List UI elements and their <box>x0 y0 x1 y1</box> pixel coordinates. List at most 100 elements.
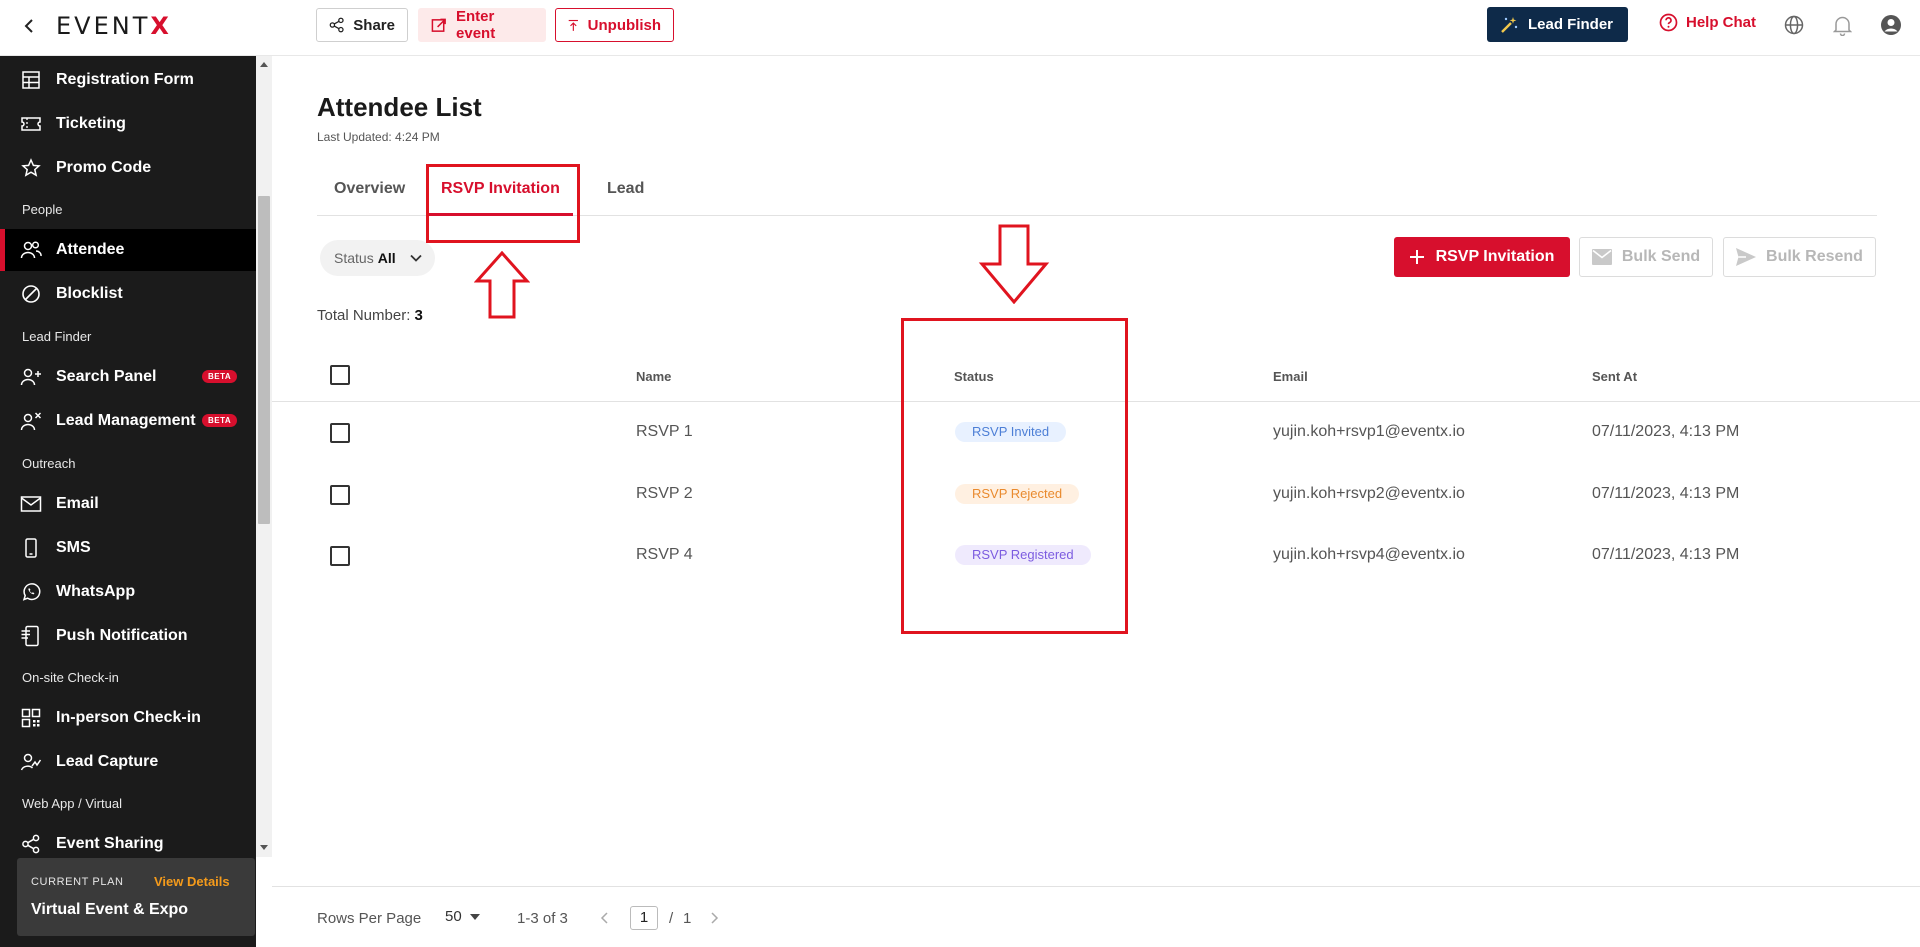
rows-per-page-value: 50 <box>445 908 462 925</box>
eventx-logo[interactable]: EVENTX <box>56 12 172 40</box>
row-name: RSVP 2 <box>636 485 693 502</box>
prev-page-icon[interactable] <box>597 910 613 926</box>
sidebar-item-blocklist[interactable]: Blocklist <box>0 273 256 315</box>
enter-event-button[interactable]: Enter event <box>418 8 546 42</box>
current-plan-card: CURRENT PLAN View Details Virtual Event … <box>17 858 255 936</box>
status-filter-value: All <box>377 250 396 266</box>
scroll-thumb[interactable] <box>258 196 270 524</box>
beta-badge: BETA <box>202 370 238 383</box>
bulk-resend-label: Bulk Resend <box>1766 248 1863 265</box>
sidebar-item-push-notification[interactable]: Push Notification <box>0 615 256 657</box>
table-icon <box>20 69 42 91</box>
sidebar-item-whatsapp[interactable]: WhatsApp <box>0 571 256 613</box>
row-sent-at: 07/11/2023, 4:13 PM <box>1592 423 1740 440</box>
upload-icon <box>568 19 578 31</box>
help-circle-icon <box>1659 13 1678 32</box>
row-checkbox[interactable] <box>330 485 350 505</box>
enter-event-label: Enter event <box>456 8 496 42</box>
next-page-icon[interactable] <box>706 910 722 926</box>
sidebar-item-label: Registration Form <box>56 71 194 88</box>
rsvp-invitation-button[interactable]: RSVP Invitation <box>1394 237 1570 277</box>
page-separator: / <box>669 910 674 927</box>
sidebar-item-label: Search Panel <box>56 368 157 385</box>
help-chat-label: Help Chat <box>1686 14 1757 31</box>
mail-icon <box>1591 249 1612 265</box>
qr-icon <box>20 707 42 729</box>
row-checkbox[interactable] <box>330 546 350 566</box>
sidebar-item-label: In-person Check-in <box>56 709 201 726</box>
row-email: yujin.koh+rsvp2@eventx.io <box>1273 485 1465 502</box>
rows-per-page-select[interactable]: 50 <box>445 908 480 925</box>
sidebar-item-in-person-check-in[interactable]: In-person Check-in <box>0 697 256 739</box>
account-icon[interactable] <box>1879 13 1903 37</box>
view-details-link[interactable]: View Details <box>154 874 230 889</box>
top-bar: EVENTX Share Enter event Unpublish Lead … <box>0 0 1920 56</box>
bulk-resend-button[interactable]: Bulk Resend <box>1723 237 1876 277</box>
sidebar-item-email[interactable]: Email <box>0 483 256 525</box>
beta-badge: BETA <box>202 414 238 427</box>
column-header-email[interactable]: Email <box>1273 369 1308 384</box>
chevron-down-icon <box>409 254 422 262</box>
column-header-sent-at[interactable]: Sent At <box>1592 369 1637 384</box>
sidebar-item-sms[interactable]: SMS <box>0 527 256 569</box>
bulk-send-button[interactable]: Bulk Send <box>1579 237 1713 277</box>
external-link-icon <box>431 18 446 32</box>
help-chat-link[interactable]: Help Chat <box>1659 13 1756 32</box>
sidebar-section-outreach: Outreach <box>22 456 76 471</box>
sidebar-item-label: Push Notification <box>56 627 188 644</box>
select-all-checkbox[interactable] <box>330 365 350 385</box>
tab-overview[interactable]: Overview <box>334 180 405 198</box>
phone-icon <box>20 537 42 559</box>
page-total: 1 <box>683 910 692 927</box>
sidebar-item-search-panel[interactable]: Search Panel BETA <box>0 356 256 398</box>
sidebar-item-attendee[interactable]: Attendee <box>0 229 256 271</box>
unpublish-button[interactable]: Unpublish <box>555 8 674 42</box>
column-header-name[interactable]: Name <box>636 369 671 384</box>
sidebar-item-label: SMS <box>56 539 91 556</box>
lead-finder-label: Lead Finder <box>1528 16 1614 33</box>
tab-lead[interactable]: Lead <box>607 180 644 198</box>
page-number-input[interactable]: 1 <box>630 906 658 930</box>
lead-capture-icon <box>20 751 42 773</box>
lead-finder-button[interactable]: Lead Finder <box>1487 7 1628 42</box>
sidebar: Registration Form Ticketing Promo Code P… <box>0 56 256 947</box>
sidebar-item-label: Lead Management <box>56 412 196 429</box>
page-range: 1-3 of 3 <box>517 910 568 927</box>
share-button[interactable]: Share <box>316 8 408 42</box>
chevron-left-icon <box>24 19 33 33</box>
bell-icon[interactable] <box>1830 13 1854 37</box>
scroll-up-arrow[interactable] <box>260 62 268 67</box>
share-icon <box>329 17 344 33</box>
person-add-icon <box>20 366 42 388</box>
status-filter-label: Status <box>334 250 374 266</box>
scroll-down-arrow[interactable] <box>260 845 268 850</box>
page-title: Attendee List <box>317 92 482 122</box>
sidebar-item-label: Attendee <box>56 241 125 258</box>
sidebar-item-label: Ticketing <box>56 115 126 132</box>
row-checkbox[interactable] <box>330 423 350 443</box>
sidebar-scrollbar[interactable] <box>256 56 272 857</box>
sidebar-item-label: Lead Capture <box>56 753 159 770</box>
sidebar-item-ticketing[interactable]: Ticketing <box>0 103 256 145</box>
block-icon <box>20 283 42 305</box>
table-footer: Rows Per Page 50 1-3 of 3 1 / 1 <box>272 886 1920 947</box>
sidebar-item-lead-capture[interactable]: Lead Capture <box>0 741 256 783</box>
sidebar-item-label: Event Sharing <box>56 835 164 852</box>
people-icon <box>20 239 42 261</box>
sidebar-item-promo-code[interactable]: Promo Code <box>0 147 256 189</box>
globe-icon[interactable] <box>1782 13 1806 37</box>
row-sent-at: 07/11/2023, 4:13 PM <box>1592 485 1740 502</box>
ticket-icon <box>20 113 42 135</box>
sidebar-item-label: WhatsApp <box>56 583 136 600</box>
sidebar-item-label: Email <box>56 495 99 512</box>
sidebar-item-label: Promo Code <box>56 159 152 176</box>
status-filter[interactable]: Status All <box>320 240 435 276</box>
push-icon <box>20 625 42 647</box>
row-sent-at: 07/11/2023, 4:13 PM <box>1592 546 1740 563</box>
row-email: yujin.koh+rsvp1@eventx.io <box>1273 423 1465 440</box>
bulk-send-label: Bulk Send <box>1621 248 1701 265</box>
sidebar-item-lead-management[interactable]: Lead Management BETA <box>0 400 256 442</box>
last-updated: Last Updated: 4:24 PM <box>317 130 440 144</box>
back-button[interactable] <box>20 14 38 38</box>
sidebar-item-registration-form[interactable]: Registration Form <box>0 59 256 101</box>
